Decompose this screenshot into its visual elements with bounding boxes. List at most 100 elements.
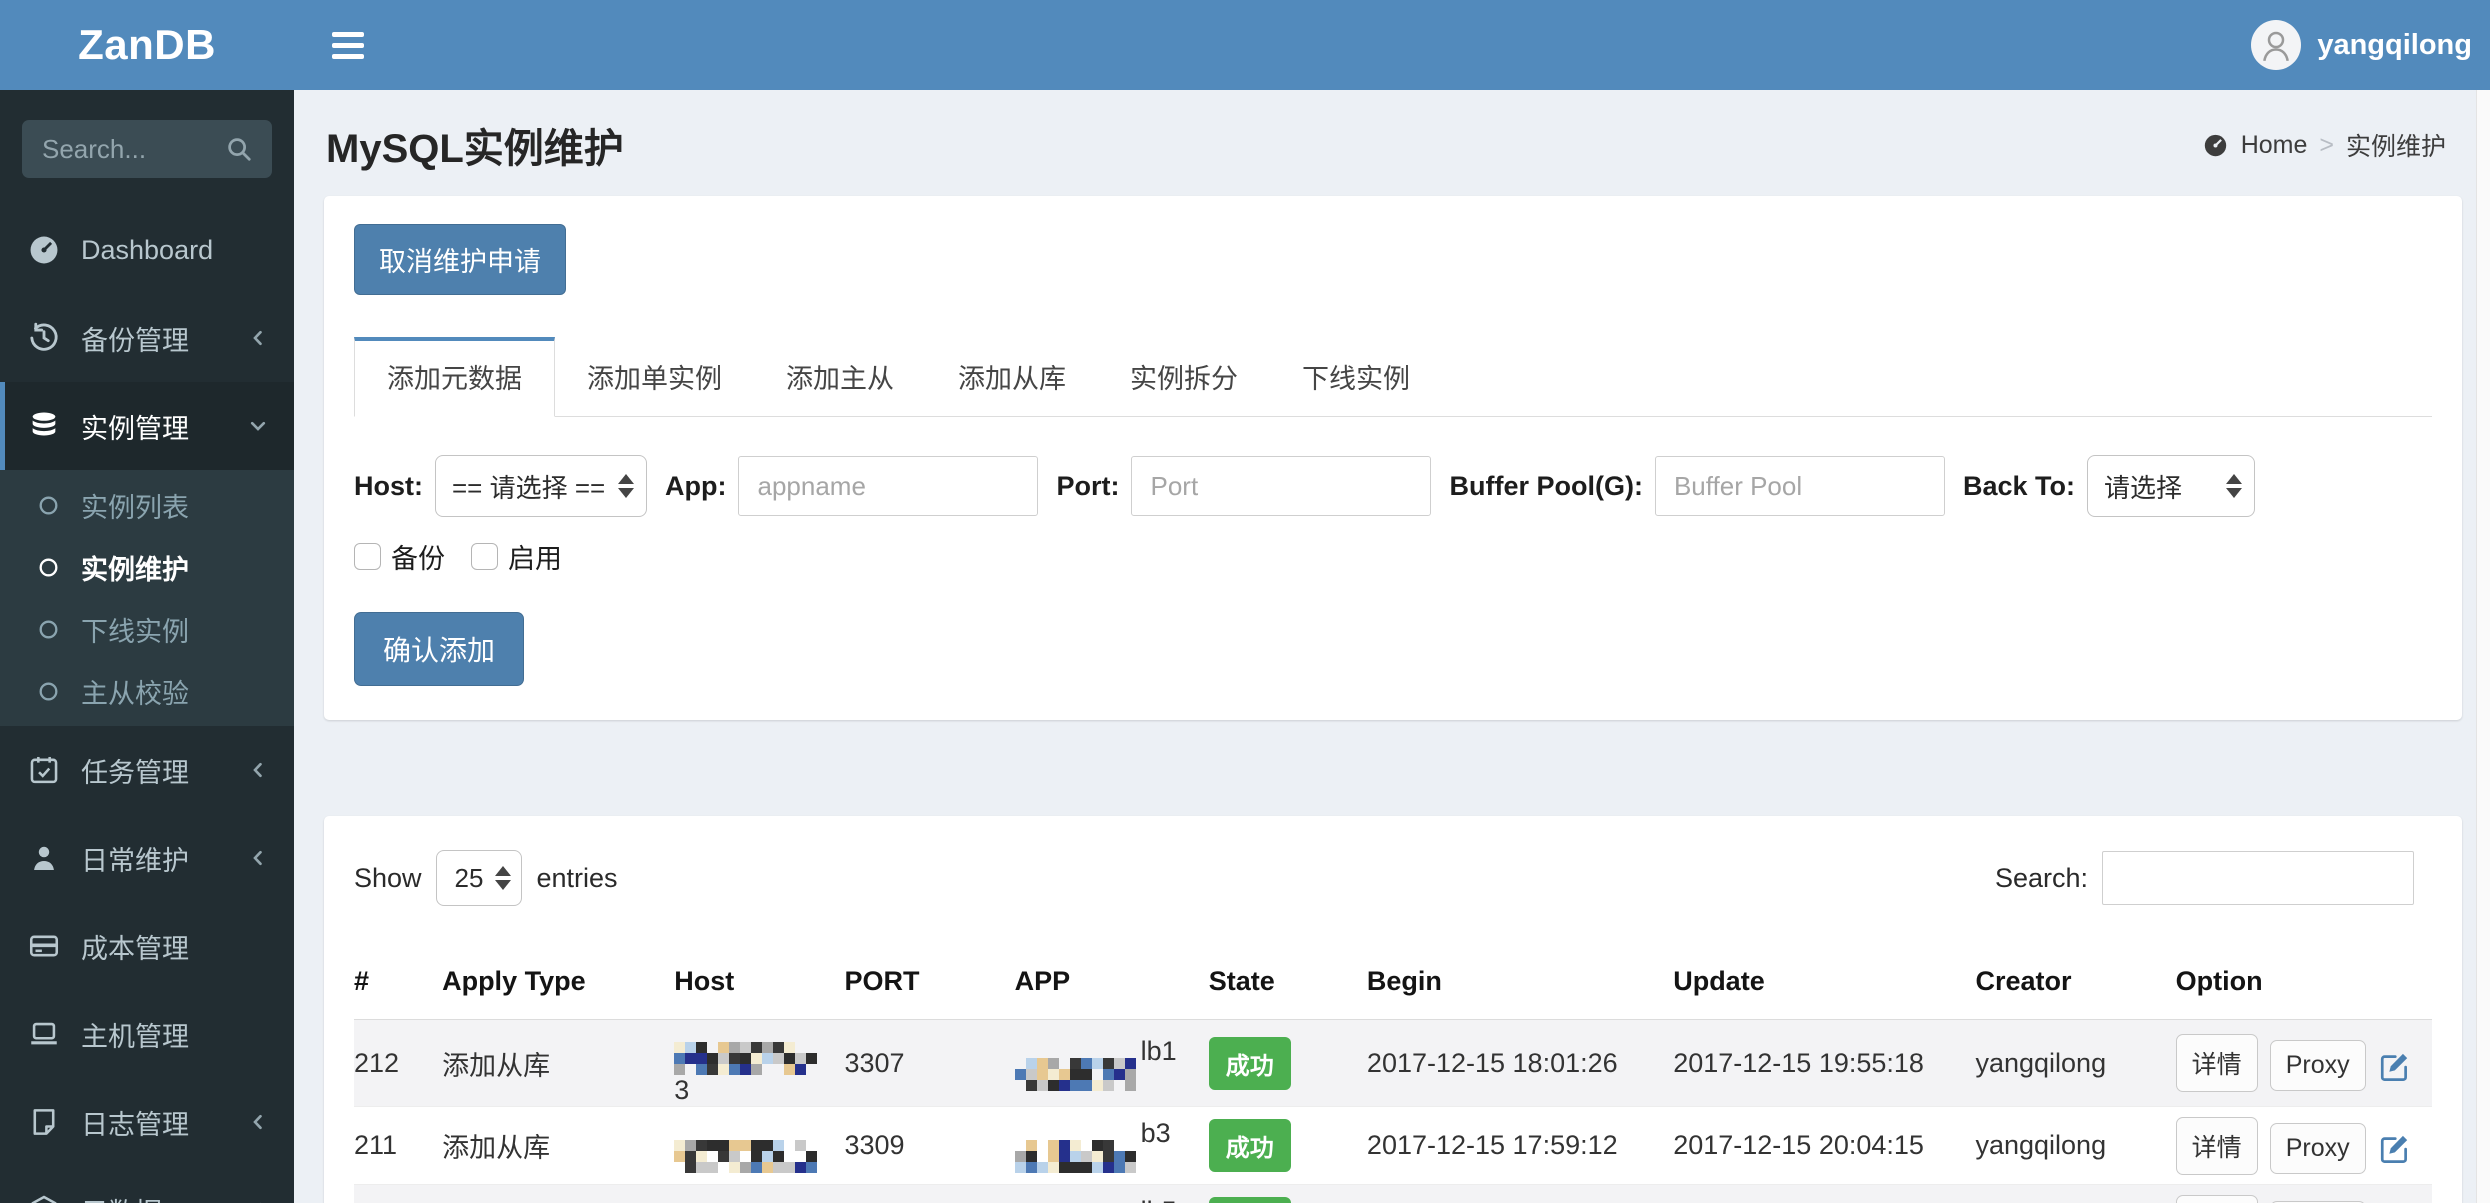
sidebar-subitem-instance-maintain[interactable]: 实例维护 — [0, 536, 294, 598]
app-cell: lb5 — [1015, 1185, 1209, 1203]
table-search-control: Search: — [1995, 851, 2414, 905]
sidebar-subitem-label: 主从校验 — [81, 678, 189, 709]
maintenance-tabs: 添加元数据 添加单实例 添加主从 添加从库 实例拆分 下线实例 — [354, 337, 2432, 417]
page-size-select[interactable]: 25 — [435, 850, 523, 906]
option-cell: 详情Proxy — [2175, 1107, 2432, 1185]
host-group: Host: == 请选择 == — [354, 455, 647, 517]
sidebar-item-metadata[interactable]: 元数据 — [0, 1166, 294, 1203]
page-title: MySQL实例维护 — [326, 127, 624, 171]
apply-type-cell: 添加从库 — [442, 1133, 551, 1163]
user-menu[interactable]: yangqilong — [2251, 20, 2472, 70]
column-header-7[interactable]: Update — [1673, 950, 1976, 1020]
state-cell: 成功 — [1208, 1185, 1367, 1203]
sidebar-item-host[interactable]: 主机管理 — [0, 990, 294, 1078]
sidebar-item-dashboard[interactable]: Dashboard — [0, 206, 294, 294]
creator-cell: yangqilong — [1975, 1185, 2175, 1203]
edit-icon[interactable] — [2378, 1131, 2412, 1165]
host-select[interactable]: == 请选择 == — [435, 455, 647, 517]
status-badge: 成功 — [1208, 1197, 1291, 1203]
column-header-9[interactable]: Option — [2175, 950, 2432, 1020]
sidebar-subitem-instance-list[interactable]: 实例列表 — [0, 474, 294, 536]
edit-icon[interactable] — [2378, 1049, 2412, 1083]
column-header-6[interactable]: Begin — [1366, 950, 1674, 1020]
detail-button[interactable]: 详情 — [2175, 1194, 2258, 1203]
row-id-cell: 212 — [354, 1047, 400, 1078]
column-header-5[interactable]: State — [1208, 950, 1367, 1020]
tab-split-instance[interactable]: 实例拆分 — [1098, 337, 1270, 417]
port-cell: 3311 — [844, 1185, 1014, 1203]
column-header-3[interactable]: PORT — [844, 950, 1015, 1020]
enable-checkbox[interactable] — [471, 543, 498, 570]
proxy-button[interactable]: Proxy — [2269, 1040, 2366, 1091]
status-badge: 成功 — [1208, 1119, 1291, 1172]
buffer-pool-input[interactable] — [1654, 456, 1945, 516]
scrollbar[interactable] — [2476, 90, 2490, 1203]
sidebar-submenu: 实例列表 实例维护 下线实例主从校验 — [0, 470, 294, 726]
app-logo[interactable]: ZanDB — [0, 0, 294, 90]
column-header-8[interactable]: Creator — [1975, 950, 2176, 1020]
buffer-pool-group: Buffer Pool(G): — [1449, 456, 1945, 516]
circle-o-icon — [36, 679, 61, 704]
table-search-input[interactable] — [2102, 851, 2414, 905]
tab-add-single-instance[interactable]: 添加单实例 — [555, 337, 754, 417]
sidebar-search — [22, 120, 272, 178]
chevron-left-icon — [246, 1110, 270, 1134]
tab-add-slave[interactable]: 添加从库 — [926, 337, 1098, 417]
sidebar-item-daily-maintain[interactable]: 日常维护 — [0, 814, 294, 902]
app-input[interactable] — [738, 456, 1039, 516]
apply-list-panel: Show 25 entries Search: # Apply Type Hos… — [324, 816, 2462, 1203]
cancel-maintenance-button[interactable]: 取消维护申请 — [354, 224, 566, 295]
enable-checkbox-label[interactable]: 启用 — [471, 537, 562, 576]
confirm-add-button[interactable]: 确认添加 — [354, 612, 525, 686]
censored-blur — [674, 1140, 818, 1173]
table-controls: Show 25 entries Search: — [354, 850, 2432, 906]
port-cell: 3307 — [844, 1047, 905, 1078]
buffer-pool-label: Buffer Pool(G): — [1449, 470, 1643, 501]
detail-button[interactable]: 详情 — [2175, 1116, 2258, 1175]
sidebar-subitem-offline-instance[interactable]: 下线实例 — [0, 598, 294, 660]
creator-cell: yangqilong — [1975, 1130, 2107, 1160]
search-label: Search: — [1994, 862, 2088, 893]
tab-add-master-slave[interactable]: 添加主从 — [754, 337, 926, 417]
tab-offline-instance[interactable]: 下线实例 — [1270, 337, 1442, 417]
show-label: Show — [354, 862, 422, 893]
sidebar-item-label: 日常维护 — [81, 845, 189, 876]
sidebar-item-task[interactable]: 任务管理 — [0, 726, 294, 814]
state-cell: 成功 — [1208, 1020, 1367, 1107]
sidebar-item-backup[interactable]: 备份管理 — [0, 294, 294, 382]
laptop-icon — [27, 1017, 61, 1051]
backup-checkbox-label[interactable]: 备份 — [354, 537, 445, 576]
column-header-4[interactable]: APP — [1014, 950, 1209, 1020]
app-cell: lb1 — [1014, 1020, 1209, 1107]
row-id-cell: 210 — [354, 1185, 442, 1203]
app-cell: b3 — [1014, 1107, 1209, 1185]
sidebar-search-input[interactable] — [40, 132, 224, 166]
column-header-1[interactable]: Apply Type — [442, 950, 675, 1020]
port-input[interactable] — [1131, 456, 1432, 516]
creator-cell: yangqilong — [1975, 1047, 2107, 1078]
column-header-0[interactable]: # — [354, 950, 443, 1020]
select-spinner-icon — [2226, 474, 2242, 498]
select-spinner-icon — [495, 866, 512, 890]
proxy-button[interactable]: Proxy — [2269, 1122, 2366, 1174]
begin-cell: 2017-12-15 17:53:58 — [1367, 1185, 1673, 1203]
maintenance-panel: 取消维护申请 添加元数据 添加单实例 添加主从 添加从库 实例拆分 下线实例 Host: … — [324, 196, 2462, 720]
backup-checkbox[interactable] — [354, 543, 381, 570]
search-icon[interactable] — [224, 134, 254, 164]
breadcrumb-home-link[interactable]: Home — [2241, 131, 2308, 160]
back-to-select[interactable]: 请选择 — [2087, 455, 2255, 517]
host-cell: 3 — [674, 1020, 844, 1107]
sidebar-item-cost[interactable]: 成本管理 — [0, 902, 294, 990]
credit-card-icon — [27, 929, 61, 963]
breadcrumb-separator: > — [2319, 130, 2334, 159]
sidebar-subitem-master-slave-check[interactable]: 主从校验 — [0, 660, 294, 722]
apply-type-cell: 添加从库 — [442, 1185, 674, 1203]
sidebar-item-label: 任务管理 — [81, 757, 189, 788]
tab-add-metadata[interactable]: 添加元数据 — [354, 337, 555, 417]
sidebar-item-instance[interactable]: 实例管理 — [0, 382, 294, 470]
sidebar-item-log[interactable]: 日志管理 — [0, 1078, 294, 1166]
detail-button[interactable]: 详情 — [2175, 1034, 2258, 1092]
database-icon — [27, 409, 61, 443]
column-header-2[interactable]: Host — [674, 950, 845, 1020]
sidebar-toggle-button[interactable] — [326, 22, 370, 69]
